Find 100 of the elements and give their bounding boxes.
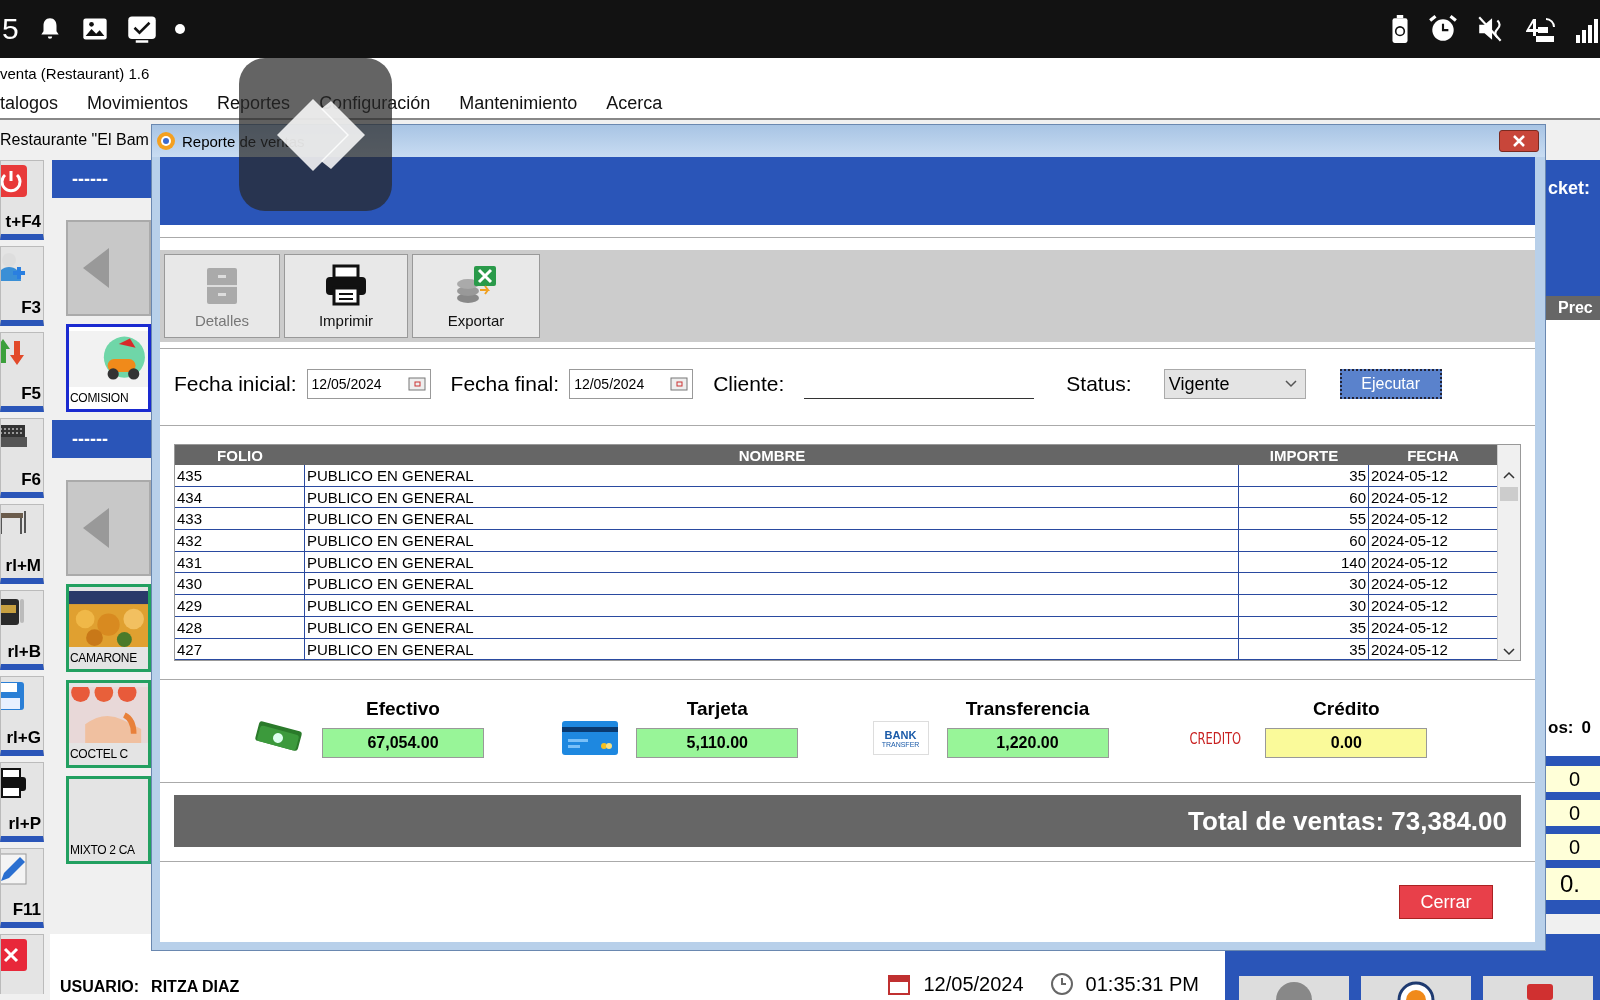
delete-button[interactable] [1483,976,1593,1000]
table-cell: 434 [175,486,305,508]
cash-register-icon [1,423,27,449]
column-header: NOMBRE [737,446,807,464]
arrows-icon [1,337,25,367]
table-cell-text: 2024-05-12 [1370,574,1449,595]
exit-button[interactable] [0,934,44,994]
table-cell-text: 2024-05-12 [1370,639,1449,660]
triangle-left-icon [83,248,109,288]
total-field: 0 [1546,766,1600,792]
run-button[interactable]: Ejecutar [1339,369,1442,399]
user-add-icon [1,251,27,283]
table-cell: 430 [175,573,305,595]
product-tile[interactable]: COMISION [66,324,151,412]
date-text: 12/05/2024 [923,973,1024,996]
total-field: 0. [1546,868,1600,900]
table-cell: 60 [1239,530,1369,552]
export-icon [454,264,498,306]
total-field: 0 [1546,834,1600,860]
amount-field: 1,220.00 [946,728,1109,759]
menu-item[interactable]: Acerca [606,92,663,114]
shortcut-button[interactable]: t+F4 [0,160,44,240]
start-date-field[interactable]: 12/05/2024 [306,369,431,399]
table-cell: 432 [175,530,305,552]
cabinet-icon [205,266,239,306]
table-cell-text: 2024-05-12 [1370,509,1449,530]
ticket-label: cket: [1548,178,1591,199]
chevron-down-icon [1503,648,1515,657]
end-date-field[interactable]: 12/05/2024 [569,369,694,399]
section-heading: ------ [72,168,108,190]
table-cell-text: 2024-05-12 [1370,552,1449,573]
table-cell: PUBLICO EN GENERAL [305,595,1239,617]
menu-item[interactable]: Movimientos [87,92,189,114]
shortcut-button[interactable]: rl+P [0,762,44,842]
column-header: FOLIO [216,446,264,464]
table-cell: PUBLICO EN GENERAL [305,616,1239,638]
calendar-icon [670,377,689,391]
table-cell: 433 [175,508,305,530]
table-cell: 60 [1239,486,1369,508]
shortcut-button[interactable]: rl+M [0,504,44,584]
printer-icon [1,767,27,799]
save-icon [1,681,25,711]
triangle-left-icon [83,508,109,548]
table-cell: PUBLICO EN GENERAL [305,551,1239,573]
credit-card-icon [562,721,619,756]
status-dropdown[interactable]: Vigente [1163,369,1306,399]
table-cell: PUBLICO EN GENERAL [305,508,1239,530]
tab-title[interactable]: Restaurante "El Bam [0,131,149,149]
tables-icon [1,509,27,537]
column-header: IMPORTE [1268,446,1340,464]
table-cell-text: 2024-05-12 [1370,531,1449,552]
payment-label: Efectivo [366,698,440,721]
table-cell: 35 [1239,616,1369,638]
close-icon [1513,135,1525,147]
payment-label: Transferencia [965,698,1090,721]
product-tile[interactable]: COCTEL C [66,680,151,768]
menu-item[interactable]: Mantenimiento [459,92,578,114]
product-tile[interactable]: CAMARONE [66,584,151,672]
close-button[interactable] [1499,130,1539,152]
user-button[interactable] [1239,976,1349,1000]
battery-icon [1390,15,1410,43]
items-count: 0 [1581,718,1591,738]
total-text: Total de ventas: 73,384.00 [1188,805,1507,837]
payment-button[interactable] [1361,976,1471,1000]
shortcut-button[interactable]: rl+G [0,676,44,756]
calendar-icon [407,377,426,391]
shortcut-button[interactable]: F3 [0,246,44,326]
clock-icon [1049,972,1074,996]
shortcut-button[interactable]: F11 [0,848,44,928]
window-title: venta (Restaurant) 1.6 [0,64,150,82]
shortcut-button[interactable]: rl+B [0,590,44,670]
menu-item[interactable]: talogos [0,92,59,114]
shortcut-button[interactable]: F5 [0,332,44,412]
shortcut-button[interactable]: F6 [0,418,44,498]
product-tile[interactable]: MIXTO 2 CA [66,776,151,864]
table-cell-text: 2024-05-12 [1370,617,1449,638]
table-cell: PUBLICO EN GENERAL [305,638,1239,660]
section-heading: ------ [72,428,108,450]
scrollbar[interactable] [1497,445,1520,661]
close-button[interactable]: Cerrar [1399,885,1493,920]
person-icon [1274,980,1314,1000]
close-icon [1,939,27,971]
start-date-label: Fecha inicial: [174,372,297,396]
amount-field: 5,110.00 [636,728,799,759]
chevron-up-icon [1503,471,1515,479]
total-field: 0 [1546,800,1600,826]
table-cell: 55 [1239,508,1369,530]
toolbar-button[interactable]: Exportar [412,254,540,338]
clock-time: 5 [2,12,19,46]
checkbox-icon [126,14,157,44]
user-name: RITZA DIAZ [151,978,240,996]
toolbar-button[interactable]: Imprimir [284,254,408,338]
report-icon [156,131,176,151]
table-cell: 429 [175,595,305,617]
dot-icon [174,24,185,34]
scroll-thumb[interactable] [1500,487,1518,501]
amount-field: 67,054.00 [322,728,484,759]
table-cell: 435 [175,465,305,486]
printer-icon [324,264,368,306]
items-label: os: [1548,718,1574,738]
